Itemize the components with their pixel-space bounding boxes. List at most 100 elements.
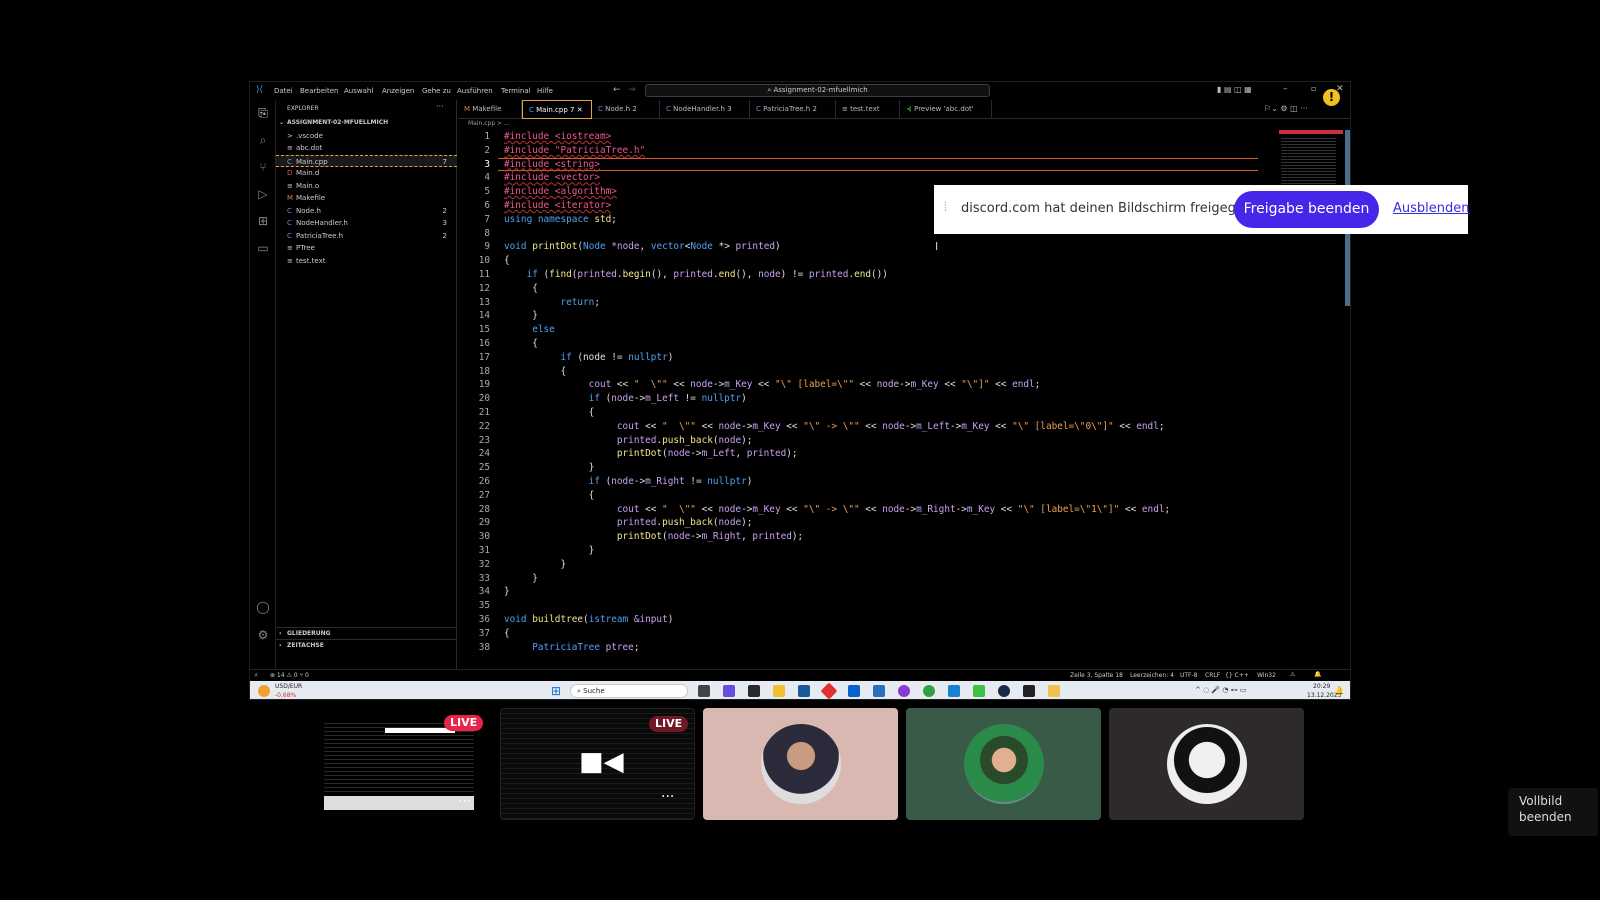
file-item[interactable]: C NodeHandler.h 3 — [276, 217, 457, 229]
code-line[interactable]: void printDot(Node *node, vector<Node *>… — [504, 240, 781, 254]
close-tab-icon[interactable]: ✕ — [577, 106, 583, 114]
tab-test-text[interactable]: ≡ test.text — [836, 100, 900, 119]
code-line[interactable]: printDot(node->m_Left, printed); — [504, 447, 798, 461]
run-debug-icon[interactable]: ▷ — [256, 187, 270, 201]
clock-time[interactable]: 20:29 — [1313, 683, 1330, 690]
code-line[interactable]: if (node->m_Left != nullptr) — [504, 392, 747, 406]
file-item[interactable]: D Main.d — [276, 167, 457, 179]
problems-indicator[interactable]: ⊗ 14 ⚠ 0 ⑂ 0 — [270, 672, 309, 679]
file-item[interactable]: ≡ PTree — [276, 242, 457, 254]
workspace-root[interactable]: ⌄ ASSIGNMENT-02-MFUELLMICH — [276, 117, 457, 129]
file-explorer-icon[interactable] — [773, 685, 785, 697]
code-line[interactable]: { — [504, 365, 566, 379]
code-line[interactable]: printed.push_back(node); — [504, 516, 753, 530]
participant-tile-2[interactable] — [906, 708, 1101, 820]
tab-makefile[interactable]: M Makefile — [458, 100, 522, 119]
file-item[interactable]: ≡ abc.dot — [276, 142, 457, 154]
code-line[interactable]: } — [504, 558, 566, 572]
file-item[interactable]: ≡ test.text — [276, 255, 457, 267]
ticker-label[interactable]: USD/EUR — [275, 683, 302, 690]
code-line[interactable]: #include <algorithm> — [504, 185, 617, 199]
notification-bell-icon[interactable]: 🔔 — [1334, 686, 1344, 695]
menu-terminal[interactable]: Terminal — [501, 87, 531, 95]
account-icon[interactable]: ◯ — [256, 600, 270, 614]
windows-start-icon[interactable]: ⊞ — [551, 684, 561, 698]
app-diamond-icon[interactable] — [820, 682, 838, 699]
more-actions-icon[interactable]: ··· — [436, 102, 444, 111]
maximize-icon[interactable]: ▫ — [1311, 84, 1316, 93]
encoding[interactable]: UTF-8 — [1180, 672, 1198, 679]
chrome-icon[interactable] — [923, 685, 935, 697]
tab-patriciatree-h[interactable]: C PatriciaTree.h 2 — [750, 100, 836, 119]
line-ending[interactable]: CRLF — [1205, 672, 1220, 679]
code-line[interactable]: void buildtree(istream &input) — [504, 613, 673, 627]
forward-arrow-icon[interactable]: → — [628, 85, 636, 95]
code-line[interactable]: { — [504, 406, 595, 420]
steam-icon[interactable] — [998, 685, 1010, 697]
back-arrow-icon[interactable]: ← — [613, 85, 621, 95]
code-line[interactable]: cout << " \"" << node->m_Key << "\" [lab… — [504, 378, 1041, 392]
menu-ausfuehren[interactable]: Ausführen — [457, 87, 493, 95]
task-view-icon[interactable] — [698, 685, 710, 697]
app-green-icon[interactable] — [973, 685, 985, 697]
code-line[interactable]: using namespace std; — [504, 213, 623, 227]
tab-main-cpp[interactable]: C Main.cpp 7 ✕ — [522, 100, 592, 119]
code-line[interactable]: PatriciaTree ptree; — [504, 641, 639, 655]
menu-datei[interactable]: Datei — [274, 87, 293, 95]
code-line[interactable]: } — [504, 572, 538, 586]
tab-node-h[interactable]: C Node.h 2 — [592, 100, 660, 119]
code-line[interactable]: #include "PatriciaTree.h" — [504, 144, 645, 158]
app-yellow-icon[interactable] — [1048, 685, 1060, 697]
indentation[interactable]: Leerzeichen: 4 — [1130, 672, 1174, 679]
code-line[interactable]: { — [504, 337, 538, 351]
search-icon[interactable]: ⌕ — [256, 133, 270, 147]
code-line[interactable]: printDot(node->m_Right, printed); — [504, 530, 803, 544]
store-icon[interactable] — [798, 685, 810, 697]
code-line[interactable]: #include <vector> — [504, 171, 600, 185]
participant-tile-3[interactable] — [1109, 708, 1304, 820]
file-item[interactable]: C Node.h 2 — [276, 205, 457, 217]
participant-tile-1[interactable] — [703, 708, 898, 820]
gear-icon[interactable]: ⚙ — [256, 628, 270, 642]
code-line[interactable]: { — [504, 254, 510, 268]
hide-link[interactable]: Ausblenden — [1393, 201, 1470, 216]
drag-handle-icon[interactable]: ⦙ — [944, 200, 947, 215]
menu-gehe-zu[interactable]: Gehe zu — [422, 87, 451, 95]
stop-sharing-button[interactable]: Freigabe beenden — [1234, 191, 1379, 228]
file-item[interactable]: > .vscode — [276, 130, 457, 142]
file-item[interactable]: M Makefile — [276, 192, 457, 204]
code-line[interactable]: } — [504, 461, 595, 475]
more-options-icon[interactable]: ··· — [661, 789, 674, 805]
widgets-icon[interactable] — [748, 685, 760, 697]
code-line[interactable]: } — [504, 309, 538, 323]
app-purple-icon[interactable] — [898, 685, 910, 697]
outline-section[interactable]: › GLIEDERUNG — [276, 627, 457, 639]
teams-icon[interactable] — [723, 685, 735, 697]
warning-badge-icon[interactable]: ! — [1323, 89, 1340, 106]
warning-icon[interactable]: ⚠ — [1290, 671, 1295, 678]
stream-thumbnail-1[interactable]: LIVE ··· — [300, 708, 495, 820]
code-line[interactable]: return; — [504, 296, 600, 310]
code-line[interactable]: { — [504, 627, 510, 641]
stream-thumbnail-2[interactable]: ■◀ LIVE ··· — [500, 708, 695, 820]
timeline-section[interactable]: › ZEITACHSE — [276, 639, 457, 651]
code-line[interactable]: } — [504, 544, 595, 558]
minimize-icon[interactable]: – — [1283, 84, 1288, 94]
file-item[interactable]: ≡ Main.o — [276, 180, 457, 192]
code-line[interactable]: printed.push_back(node); — [504, 434, 753, 448]
code-line[interactable]: #include <iterator> — [504, 199, 611, 213]
code-line[interactable]: #include <string> — [504, 158, 600, 172]
extensions-icon[interactable]: ⊞ — [256, 214, 270, 228]
cursor-position[interactable]: Zeile 3, Spalte 18 — [1070, 672, 1123, 679]
system-tray-icons[interactable]: ^ ◌ 🎤 ◔ ⊷ ▭ — [1195, 686, 1247, 694]
source-control-icon[interactable]: ⑂ — [256, 160, 270, 174]
code-line[interactable]: } — [504, 585, 510, 599]
editor-actions-icons[interactable]: ⚐⌄ ⚙ ◫ ··· — [1264, 104, 1308, 113]
code-line[interactable]: else — [504, 323, 555, 337]
code-line[interactable]: if (node->m_Right != nullptr) — [504, 475, 753, 489]
bell-icon[interactable]: 🔔 — [1314, 671, 1321, 678]
code-line[interactable]: cout << " \"" << node->m_Key << "\" -> \… — [504, 503, 1170, 517]
language-mode[interactable]: {} C++ — [1225, 672, 1249, 679]
breadcrumb[interactable]: Main.cpp > ... — [458, 120, 1158, 130]
app-s-icon[interactable] — [873, 685, 885, 697]
